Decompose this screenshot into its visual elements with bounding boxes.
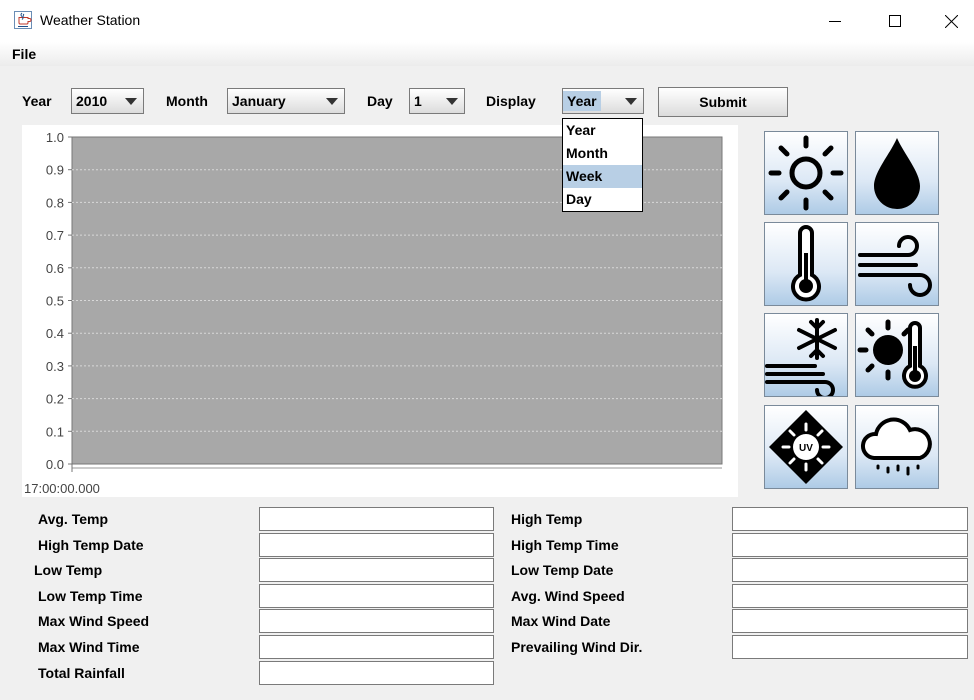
y-tick-label: 0.9 [46,163,64,178]
low-temp-time-label: Low Temp Time [38,588,143,604]
x-tick-label: 17:00:00.000 [24,481,100,496]
display-select[interactable]: Year [562,88,644,114]
day-select[interactable]: 1 [409,88,465,114]
rain-button[interactable] [855,405,939,489]
high-temp-time-label: High Temp Time [511,537,619,553]
max-wind-date-field[interactable] [732,609,968,633]
wind-icon [858,235,932,297]
display-label: Display [486,93,536,109]
display-option-month[interactable]: Month [563,142,642,165]
minimize-icon [829,21,841,22]
chevron-down-icon [619,89,643,113]
uv-index-icon: UV [769,410,843,484]
wind-button[interactable] [855,222,939,306]
display-value: Year [563,91,601,111]
avg-wind-speed-field[interactable] [732,584,968,608]
chevron-down-icon [440,89,464,113]
uv-index-button[interactable]: UV [764,405,848,489]
chevron-down-icon [119,89,143,113]
sun-thermometer-icon [857,319,928,389]
day-value: 1 [414,93,422,109]
avg-wind-speed-label: Avg. Wind Speed [511,588,625,604]
prevailing-wind-dir-field[interactable] [732,635,968,659]
year-label: Year [22,93,52,109]
y-tick-label: 0.8 [46,195,64,210]
window-title: Weather Station [40,12,141,28]
display-option-year[interactable]: Year [563,119,642,142]
max-wind-time-label: Max Wind Time [38,639,140,655]
maximize-button[interactable] [872,0,918,42]
minimize-button[interactable] [812,0,858,42]
menu-bar [0,42,974,66]
max-wind-date-label: Max Wind Date [511,613,611,629]
heat-index-button[interactable] [855,313,939,397]
thermometer-icon [791,225,821,302]
display-option-week[interactable]: Week [563,165,642,188]
day-label: Day [367,93,393,109]
close-button[interactable] [928,0,974,42]
max-wind-speed-label: Max Wind Speed [38,613,150,629]
prevailing-wind-dir-label: Prevailing Wind Dir. [511,639,643,655]
low-temp-date-field[interactable] [732,558,968,582]
rainfall-button[interactable] [855,131,939,215]
avg-temp-field[interactable] [259,507,494,531]
low-temp-time-field[interactable] [259,584,494,608]
wind-chill-button[interactable] [764,313,848,397]
high-temp-time-field[interactable] [732,533,968,557]
sun-icon [768,135,844,211]
y-tick-label: 0.4 [46,326,64,341]
max-wind-speed-field[interactable] [259,609,494,633]
y-tick-label: 0.5 [46,294,64,309]
month-value: January [232,93,286,109]
month-select[interactable]: January [227,88,345,114]
svg-text:UV: UV [799,443,813,454]
java-app-icon [14,11,32,29]
maximize-icon [889,15,901,27]
y-tick-label: 0.6 [46,261,64,276]
month-label: Month [166,93,208,109]
temperature-button[interactable] [764,222,848,306]
low-temp-field[interactable] [259,558,494,582]
total-rainfall-field[interactable] [259,661,494,685]
y-tick-label: 0.7 [46,228,64,243]
avg-temp-label: Avg. Temp [38,511,109,527]
file-menu[interactable]: File [12,46,36,62]
high-temp-date-field[interactable] [259,533,494,557]
max-wind-time-field[interactable] [259,635,494,659]
high-temp-field[interactable] [732,507,968,531]
rain-cloud-icon [861,417,932,476]
submit-button[interactable]: Submit [658,87,788,117]
y-tick-label: 0.1 [46,424,64,439]
low-temp-label: Low Temp [34,562,103,578]
year-value: 2010 [76,93,108,109]
sun-button[interactable] [764,131,848,215]
raindrop-icon [874,138,920,209]
snow-wind-icon [765,318,837,396]
high-temp-date-label: High Temp Date [38,537,144,553]
display-option-day[interactable]: Day [563,188,642,211]
display-dropdown-list[interactable]: Year Month Week Day [562,118,643,212]
total-rainfall-label: Total Rainfall [38,665,125,681]
close-icon [944,14,958,28]
year-select[interactable]: 2010 [71,88,144,114]
chevron-down-icon [320,89,344,113]
high-temp-label: High Temp [511,511,583,527]
y-tick-label: 0.0 [46,457,64,472]
y-tick-label: 1.0 [46,130,64,145]
y-tick-label: 0.2 [46,392,64,407]
low-temp-date-label: Low Temp Date [511,562,614,578]
y-tick-label: 0.3 [46,359,64,374]
